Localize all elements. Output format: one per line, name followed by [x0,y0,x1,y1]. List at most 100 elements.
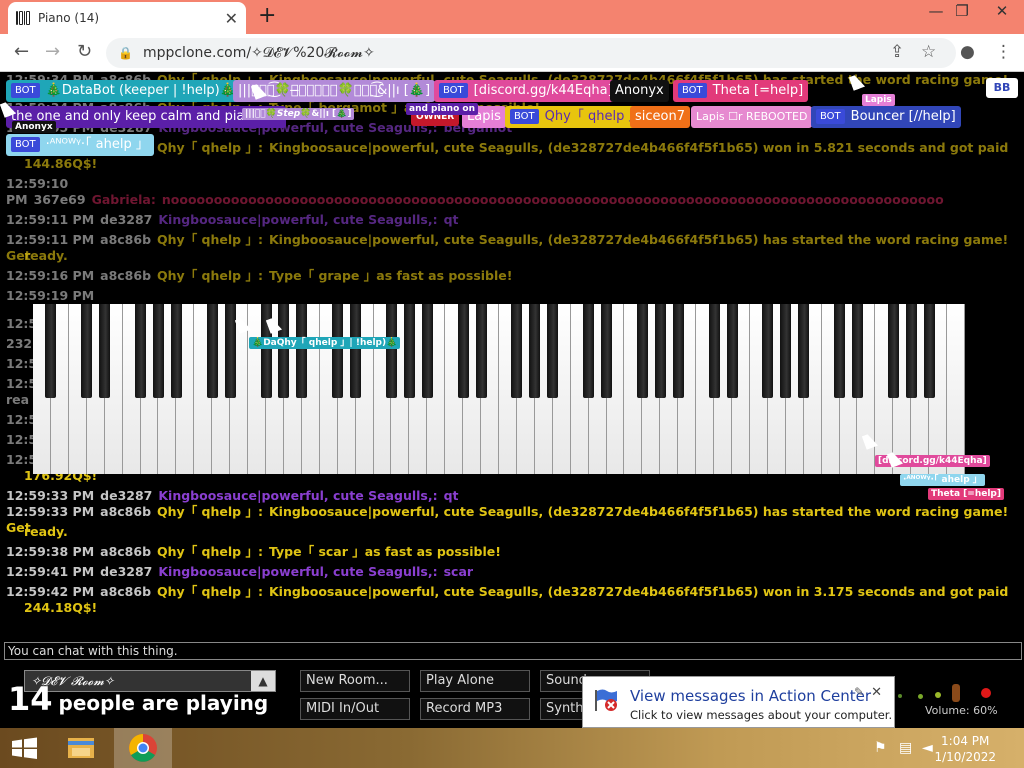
action-center-tray-icon[interactable]: ⚑ [874,740,887,756]
windows-start-icon[interactable] [0,728,58,768]
toast-close-icon[interactable]: ✕ [871,685,882,700]
tab-title: Piano (14) [38,11,100,25]
piano-black-key[interactable] [583,304,595,398]
piano-black-key[interactable] [851,304,863,398]
restore-button[interactable]: ❐ [944,2,980,20]
user-tag-label: ·ᴬᴺᴼᵂᵞ·「 ahelp 」 [45,137,149,152]
piano-black-key[interactable] [99,304,111,398]
piano-black-key[interactable] [403,304,415,398]
piano-black-key[interactable] [350,304,362,398]
reload-icon[interactable]: ↻ [77,41,92,62]
tab-close-icon[interactable]: ✕ [225,9,238,28]
bookmark-star-icon[interactable]: ☆ [921,42,936,62]
bot-badge: BOT [816,109,845,124]
piano-black-key[interactable] [529,304,541,398]
piano-black-key[interactable] [672,304,684,398]
room-badge[interactable]: BB [986,78,1018,98]
piano-black-key[interactable] [81,304,93,398]
piano-black-key[interactable] [278,304,290,398]
chrome-icon[interactable] [114,728,172,768]
bot-badge: BOT [439,83,468,98]
action-center-notification[interactable]: View messages in Action Center Click to … [582,676,895,728]
chat-input[interactable]: You can chat with this thing. [4,642,1022,660]
user-tag[interactable]: siceon7 [630,106,690,128]
piano-black-key[interactable] [547,304,559,398]
record-mp3-button[interactable]: Record MP3 [420,698,530,720]
chat-message: 12:59:42 PM a8c86b Qhy「 qhelp 」: Kingboosau… [6,584,1022,600]
piano-keyboard[interactable] [33,304,965,474]
browser-titlebar: Piano (14) ✕ + — ❐ ✕ [0,0,1024,34]
forward-icon[interactable]: → [45,41,60,62]
browser-tab[interactable]: Piano (14) ✕ [8,2,246,34]
piano-black-key[interactable] [475,304,487,398]
piano-black-key[interactable] [834,304,846,398]
chat-timestamp: 12:59:11 PM [6,212,95,227]
piano-black-key[interactable] [601,304,613,398]
play-alone-button[interactable]: Play Alone [420,670,530,692]
chat-user-id: a8c86b [100,268,152,283]
cursor-tag-anowy: ·ᴬᴺᴼᵂᵞ·「 ahelp 」 [900,474,985,486]
user-tag[interactable]: BOT Bouncer [//help] [811,106,961,128]
user-tag[interactable]: BOT ·ᴬᴺᴼᵂᵞ·「 ahelp 」 [6,134,154,156]
volume-tray-icon[interactable]: ◄ [922,740,933,756]
chat-timestamp: 12:59:11 PM [6,232,95,247]
piano-black-key[interactable] [762,304,774,398]
user-tag[interactable]: Anonyx [610,80,669,102]
chat-username: Kingboosauce|powerful, cute Seagulls,: [158,488,438,503]
network-tray-icon[interactable]: ▤ [899,740,912,756]
chat-username: Qhy「 qhelp 」: [157,504,263,519]
piano-black-key[interactable] [887,304,899,398]
piano-black-key[interactable] [708,304,720,398]
piano-black-key[interactable] [45,304,57,398]
piano-black-key[interactable] [905,304,917,398]
volume-dot-icon [918,694,923,699]
new-tab-button[interactable]: + [258,3,276,28]
menu-kebab-icon[interactable]: ⋮ [995,42,1012,62]
piano-black-key[interactable] [654,304,666,398]
piano-black-key[interactable] [923,304,935,398]
volume-knob-icon[interactable] [952,684,960,702]
piano-black-key[interactable] [798,304,810,398]
close-window-button[interactable]: ✕ [984,2,1020,20]
piano-black-key[interactable] [170,304,182,398]
chat-message: 12:59:11 PM de3287 Kingboosauce|powerful, … [6,212,1022,228]
user-tag[interactable]: BOT Qhy「 qhelp 」 [505,106,647,128]
toast-pin-icon[interactable]: ✎ [854,685,864,699]
piano-black-key[interactable] [224,304,236,398]
back-icon[interactable]: ← [14,41,29,62]
piano-black-key[interactable] [152,304,164,398]
windows-taskbar: ⚑ ▤ ◄ 1:04 PM 1/10/2022 [0,728,1024,768]
piano-white-key[interactable] [947,304,965,474]
piano-black-key[interactable] [296,304,308,398]
file-explorer-icon[interactable] [52,728,110,768]
piano-black-key[interactable] [636,304,648,398]
user-tag[interactable]: BOT [discord.gg/k44Eqha] [434,80,618,102]
piano-black-key[interactable] [780,304,792,398]
chat-user-id: de3287 [100,212,153,227]
address-bar[interactable]: 🔒 mppclone.com/✧𝓓𝓔𝓥%20𝓡𝓸𝓸𝓶✧ [106,38,956,68]
piano-black-key[interactable] [511,304,523,398]
user-tag[interactable]: BOT Theta [=help] [673,80,809,102]
piano-black-key[interactable] [726,304,738,398]
user-tag[interactable]: BOT 🎄DataBot (keeper | !help)🎄 [6,80,241,102]
chat-timestamp: 12:59:41 PM [6,564,95,579]
profile-icon[interactable]: ● [960,42,975,62]
user-tag[interactable]: Lapis ☐r REBOOTED [691,106,813,128]
cursor-tag-theta: Theta [=help] [928,488,1004,500]
piano-black-key[interactable] [135,304,147,398]
share-icon[interactable]: ⇪ [890,42,904,62]
volume-dot-icon [898,694,902,698]
midi-button[interactable]: MIDI In/Out [300,698,410,720]
piano-black-key[interactable] [421,304,433,398]
chat-timestamp: 12:59:10 [6,176,69,191]
new-room-button[interactable]: New Room... [300,670,410,692]
piano-black-key[interactable] [206,304,218,398]
piano-black-key[interactable] [457,304,469,398]
volume-dot-icon [935,692,941,698]
address-url[interactable]: mppclone.com/✧𝓓𝓔𝓥%20𝓡𝓸𝓸𝓶✧ [143,45,375,61]
clock-time: 1:04 PM [941,734,990,748]
chat-text: ready. [24,524,68,539]
system-clock[interactable]: 1:04 PM 1/10/2022 [934,733,996,765]
piano-black-key[interactable] [332,304,344,398]
piano-black-key[interactable] [385,304,397,398]
